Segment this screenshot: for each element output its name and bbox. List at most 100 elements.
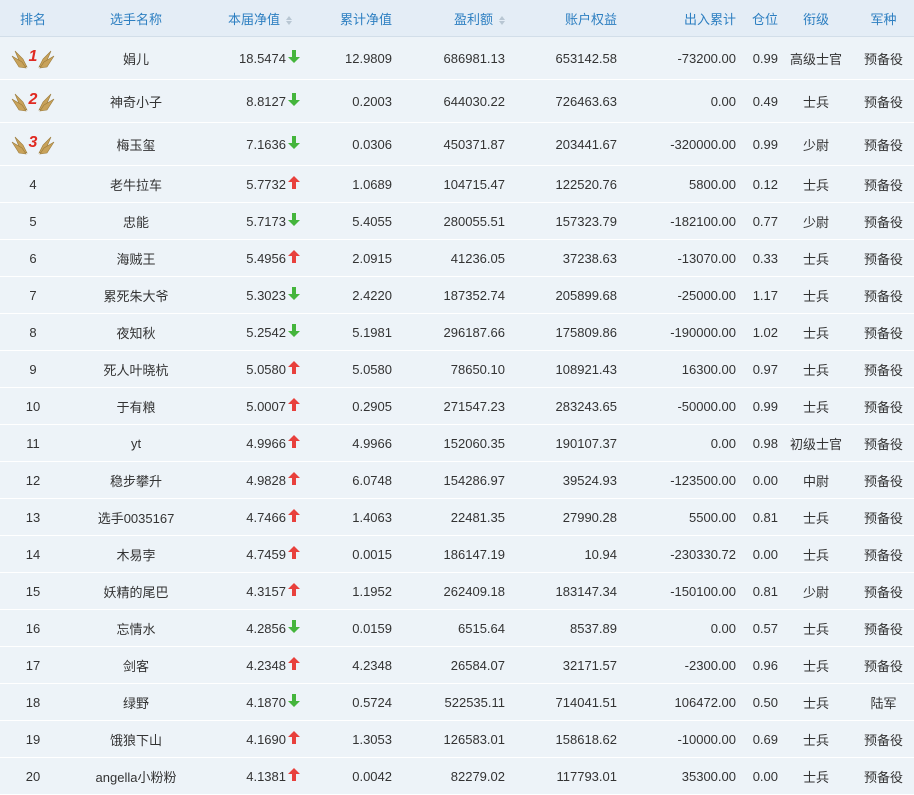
player-name-link[interactable]: angella小粉粉 bbox=[66, 767, 206, 786]
profit-value: 154286.97 bbox=[443, 472, 505, 488]
rank-cell: 6 bbox=[29, 250, 37, 266]
rank-medal-icon: 3 bbox=[11, 131, 55, 157]
table-row[interactable]: 10 于有粮 5.0007 0.2905 271547.23 283243.65 -5000… bbox=[0, 388, 914, 425]
nav-value: 5.0580 bbox=[246, 361, 286, 377]
profit-value: 187352.74 bbox=[443, 287, 505, 303]
rank-cell: 5 bbox=[29, 213, 37, 229]
rank-cell: 14 bbox=[25, 546, 41, 562]
player-name-link[interactable]: 饿狼下山 bbox=[66, 730, 206, 749]
arrow-down-icon bbox=[286, 93, 314, 109]
rank-number: 3 bbox=[28, 134, 38, 151]
rank-cell: 16 bbox=[25, 620, 41, 636]
header-nav: 本届净值 bbox=[227, 11, 280, 27]
table-row[interactable]: 15 妖精的尾巴 4.3157 1.1952 262409.18 183147.34 -15… bbox=[0, 573, 914, 610]
table-row[interactable]: 1 娟儿 18.5474 12.9809 686981.13 653142.58 -7320… bbox=[0, 37, 914, 80]
nav-value: 5.2542 bbox=[246, 324, 286, 340]
player-name-link[interactable]: 累死朱大爷 bbox=[66, 286, 206, 305]
player-name-link[interactable]: yt bbox=[66, 436, 206, 451]
table-row[interactable]: 6 海贼王 5.4956 2.0915 41236.05 37238.63 -13070.0… bbox=[0, 240, 914, 277]
table-row[interactable]: 20 angella小粉粉 4.1381 0.0042 82279.02 117793.0… bbox=[0, 758, 914, 795]
table-row[interactable]: 17 剑客 4.2348 4.2348 26584.07 32171.57 -2300.00… bbox=[0, 647, 914, 684]
rank-title: 士兵 bbox=[802, 510, 829, 526]
arrow-down-icon bbox=[286, 213, 314, 229]
rank-cell: 18 bbox=[25, 694, 41, 710]
player-name-link[interactable]: 老牛拉车 bbox=[66, 175, 206, 194]
rank-title: 士兵 bbox=[802, 732, 829, 748]
header-profit-sort[interactable]: 盈利额 bbox=[392, 9, 505, 28]
nav-value: 4.1381 bbox=[246, 768, 286, 784]
sort-icon[interactable] bbox=[286, 15, 292, 25]
arrow-up-icon bbox=[286, 583, 314, 599]
cum-nav-value: 0.5724 bbox=[352, 694, 392, 710]
arrow-down-icon bbox=[286, 324, 314, 340]
player-name-link[interactable]: 忘情水 bbox=[66, 619, 206, 638]
flow-value: 5800.00 bbox=[689, 176, 736, 192]
position-value: 0.96 bbox=[752, 657, 778, 673]
cum-nav-value: 1.0689 bbox=[352, 176, 392, 192]
position-value: 0.69 bbox=[752, 731, 778, 747]
table-row[interactable]: 9 死人叶晓杭 5.0580 5.0580 78650.10 108921.43 16300… bbox=[0, 351, 914, 388]
table-row[interactable]: 5 忠能 5.7173 5.4055 280055.51 157323.79 -182100… bbox=[0, 203, 914, 240]
player-name-link[interactable]: 稳步攀升 bbox=[66, 471, 206, 490]
rank-title: 士兵 bbox=[802, 251, 829, 267]
cum-nav-value: 0.0042 bbox=[352, 768, 392, 784]
table-row[interactable]: 18 绿野 4.1870 0.5724 522535.11 714041.51 106472… bbox=[0, 684, 914, 721]
player-name-link[interactable]: 海贼王 bbox=[66, 249, 206, 268]
rank-medal-icon: 1 bbox=[11, 45, 55, 71]
rank-title: 中尉 bbox=[802, 473, 829, 489]
nav-value: 5.4956 bbox=[246, 250, 286, 266]
table-row[interactable]: 3 梅玉玺 7.1636 0.0306 450371.87 203441.67 -32000… bbox=[0, 123, 914, 166]
cum-nav-value: 12.9809 bbox=[345, 50, 392, 66]
arrow-down-icon bbox=[286, 50, 314, 66]
leaderboard-table: 排名 选手名称 本届净值 累计净值 盈利额 账户权益 出入累计 仓位 衔级 军种… bbox=[0, 0, 914, 795]
player-name-link[interactable]: 剑客 bbox=[66, 656, 206, 675]
rank-cell: 19 bbox=[25, 731, 41, 747]
nav-value: 5.7173 bbox=[246, 213, 286, 229]
arm-type: 预备役 bbox=[863, 658, 903, 674]
equity-value: 8537.89 bbox=[570, 620, 617, 636]
profit-value: 686981.13 bbox=[443, 50, 505, 66]
nav-value: 5.3023 bbox=[246, 287, 286, 303]
header-nav-sort[interactable]: 本届净值 bbox=[206, 9, 314, 28]
table-row[interactable]: 13 选手0035167 4.7466 1.4063 22481.35 27990.28 5… bbox=[0, 499, 914, 536]
table-row[interactable]: 16 忘情水 4.2856 0.0159 6515.64 8537.89 0.00 0.57 士… bbox=[0, 610, 914, 647]
nav-value: 4.2348 bbox=[246, 657, 286, 673]
cum-nav-value: 0.0159 bbox=[352, 620, 392, 636]
rank-title: 士兵 bbox=[802, 621, 829, 637]
table-row[interactable]: 8 夜知秋 5.2542 5.1981 296187.66 175809.86 -19000… bbox=[0, 314, 914, 351]
table-row[interactable]: 19 饿狼下山 4.1690 1.3053 126583.01 158618.62 -100… bbox=[0, 721, 914, 758]
table-row[interactable]: 4 老牛拉车 5.7732 1.0689 104715.47 122520.76 5800.… bbox=[0, 166, 914, 203]
header-cum-nav: 累计净值 bbox=[339, 11, 392, 27]
flow-value: 0.00 bbox=[710, 93, 736, 109]
header-flow: 出入累计 bbox=[683, 11, 736, 27]
table-row[interactable]: 12 稳步攀升 4.9828 6.0748 154286.97 39524.93 -1235… bbox=[0, 462, 914, 499]
table-row[interactable]: 7 累死朱大爷 5.3023 2.4220 187352.74 205899.68 -250… bbox=[0, 277, 914, 314]
arm-type: 预备役 bbox=[863, 251, 903, 267]
arm-type: 预备役 bbox=[863, 137, 903, 153]
player-name-link[interactable]: 梅玉玺 bbox=[66, 135, 206, 154]
equity-value: 175809.86 bbox=[555, 324, 617, 340]
player-name-link[interactable]: 夜知秋 bbox=[66, 323, 206, 342]
arrow-up-icon bbox=[286, 250, 314, 266]
player-name-link[interactable]: 绿野 bbox=[66, 693, 206, 712]
player-name-link[interactable]: 妖精的尾巴 bbox=[66, 582, 206, 601]
equity-value: 203441.67 bbox=[555, 136, 617, 152]
player-name-link[interactable]: 忠能 bbox=[66, 212, 206, 231]
player-name-link[interactable]: 娟儿 bbox=[66, 49, 206, 68]
player-name-link[interactable]: 木易孛 bbox=[66, 545, 206, 564]
player-name-link[interactable]: 神奇小子 bbox=[66, 92, 206, 111]
player-name-link[interactable]: 选手0035167 bbox=[66, 508, 206, 527]
arm-type: 预备役 bbox=[863, 547, 903, 563]
arm-type: 预备役 bbox=[863, 473, 903, 489]
position-value: 0.57 bbox=[752, 620, 778, 636]
table-row[interactable]: 2 神奇小子 8.8127 0.2003 644030.22 726463.63 0.00 0… bbox=[0, 80, 914, 123]
rank-cell: 4 bbox=[29, 176, 37, 192]
header-position: 仓位 bbox=[751, 11, 778, 27]
player-name-link[interactable]: 于有粮 bbox=[66, 397, 206, 416]
position-value: 0.98 bbox=[752, 435, 778, 451]
flow-value: 35300.00 bbox=[681, 768, 736, 784]
table-row[interactable]: 11 yt 4.9966 4.9966 152060.35 190107.37 0.00 0.… bbox=[0, 425, 914, 462]
player-name-link[interactable]: 死人叶晓杭 bbox=[66, 360, 206, 379]
arm-type: 预备役 bbox=[863, 769, 903, 785]
table-row[interactable]: 14 木易孛 4.7459 0.0015 186147.19 10.94 -230330.7… bbox=[0, 536, 914, 573]
